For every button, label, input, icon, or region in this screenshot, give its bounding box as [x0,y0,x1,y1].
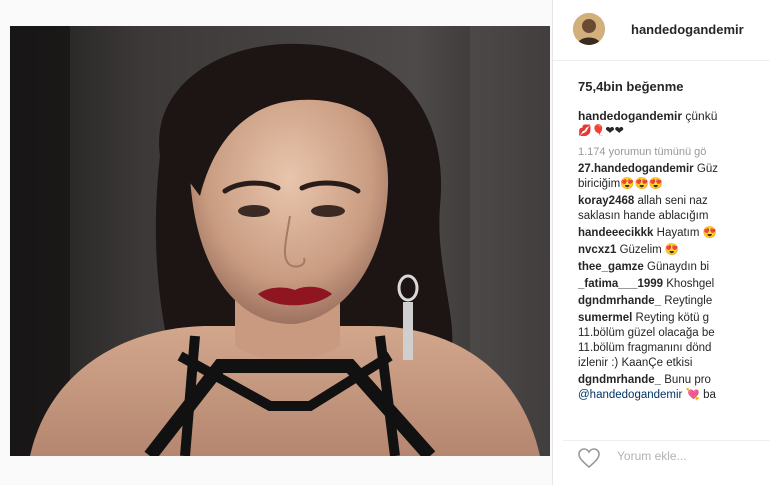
comment-text: Güz [696,163,718,175]
comment-text-continued: 11.bölüm güzel olacağa be [578,327,715,339]
comment-username[interactable]: nvcxz1 [578,244,616,256]
comment-text: Günaydın bi [647,261,710,273]
avatar[interactable] [573,13,605,45]
comment-list: 27.handedogandemir Güz biriciğim😍😍😍 kora… [578,162,770,405]
comment-text: allah seni naz [637,195,708,207]
post-image-area [0,0,552,485]
comment-item: handeeecikkk Hayatım 😍 [578,226,770,241]
comment-text: Hayatım 😍 [656,227,717,239]
comment-item: dgndmrhande_ Bunu pro @handedogandemir 💘… [578,373,770,403]
caption-emojis: 💋🎈❤❤ [578,125,624,137]
comment-text: Reyting kötü g [635,312,710,324]
comment-item: _fatima___1999 Khoshgel [578,277,770,292]
comment-username[interactable]: _fatima___1999 [578,278,663,290]
comment-text-continued: biriciğim😍😍😍 [578,178,664,190]
comment-item: dgndmrhande_ Reytingle [578,294,770,309]
comment-item: koray2468 allah seni naz saklasın hande … [578,194,770,224]
comment-item: thee_gamze Günaydın bi [578,260,770,275]
comment-username[interactable]: dgndmrhande_ [578,374,661,386]
comment-mention-link[interactable]: @handedogandemir [578,389,682,401]
post-photo[interactable] [10,26,550,456]
comment-text-continued: 💘 ba [685,389,716,401]
caption-username[interactable]: handedogandemir [578,109,682,123]
comments-panel: handedogandemir 75,4bin beğenme handedog… [553,0,770,485]
comment-username[interactable]: dgndmrhande_ [578,295,661,307]
comment-text: Khoshgel [666,278,715,290]
comment-username[interactable]: thee_gamze [578,261,644,273]
likes-count[interactable]: 75,4bin beğenme [578,79,683,94]
caption-text: çünkü [685,109,718,123]
post-header: handedogandemir [553,0,770,61]
caption: handedogandemir çünkü [578,109,770,123]
comment-input-divider [563,440,770,441]
comment-item: 27.handedogandemir Güz biriciğim😍😍😍 [578,162,770,192]
comment-text-continued: izlenir :) KaanÇe etkisi [578,357,693,369]
comment-username[interactable]: 27.handedogandemir [578,163,694,175]
add-comment-input[interactable]: Yorum ekle... [617,449,687,463]
comment-text-continued: 11.bölüm fragmanını dönd [578,342,712,354]
comment-text: Bunu pro [664,374,711,386]
header-username[interactable]: handedogandemir [631,22,744,37]
like-heart-icon[interactable] [577,447,601,469]
comment-text: Reytingle [664,295,713,307]
comment-username[interactable]: sumermel [578,312,632,324]
view-all-comments-link[interactable]: 1.174 yorumun tümünü gö [578,146,706,158]
comment-text-continued: saklasın hande ablacığım [578,210,709,222]
comment-text: Güzelim 😍 [619,244,680,256]
comment-username[interactable]: koray2468 [578,195,634,207]
comment-item: nvcxz1 Güzelim 😍 [578,243,770,258]
comment-item: sumermel Reyting kötü g 11.bölüm güzel o… [578,311,770,371]
comment-username[interactable]: handeeecikkk [578,227,653,239]
